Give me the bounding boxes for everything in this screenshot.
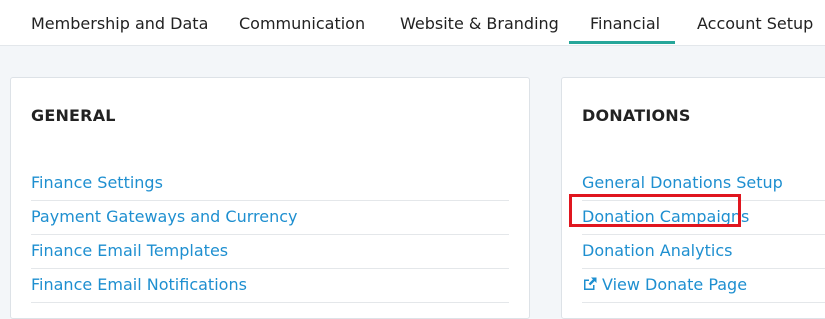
general-card: GENERAL Finance Settings Payment Gateway… <box>10 77 530 319</box>
finance-settings-link[interactable]: Finance Settings <box>31 173 163 192</box>
list-item: Payment Gateways and Currency <box>31 201 509 235</box>
list-item: General Donations Setup <box>582 167 825 201</box>
general-card-title: GENERAL <box>31 106 116 125</box>
tab-account-setup[interactable]: Account Setup <box>697 14 813 33</box>
list-item: Donation Analytics <box>582 235 825 269</box>
donations-card: DONATIONS General Donations Setup Donati… <box>561 77 825 319</box>
tab-membership-and-data[interactable]: Membership and Data <box>31 14 208 33</box>
list-item: Finance Email Notifications <box>31 269 509 303</box>
list-item: View Donate Page <box>582 269 825 303</box>
finance-email-notifications-link[interactable]: Finance Email Notifications <box>31 275 247 294</box>
general-donations-setup-link[interactable]: General Donations Setup <box>582 173 783 192</box>
finance-email-templates-link[interactable]: Finance Email Templates <box>31 241 228 260</box>
donations-card-title: DONATIONS <box>582 106 691 125</box>
tab-bar: Membership and Data Communication Websit… <box>0 0 825 46</box>
list-item: Finance Email Templates <box>31 235 509 269</box>
tab-communication[interactable]: Communication <box>239 14 365 33</box>
list-item: Donation Campaigns <box>569 194 825 235</box>
view-donate-page-label: View Donate Page <box>602 275 748 294</box>
tab-financial[interactable]: Financial <box>590 14 660 33</box>
list-item: Finance Settings <box>31 167 509 201</box>
payment-gateways-link[interactable]: Payment Gateways and Currency <box>31 207 298 226</box>
donation-campaigns-link[interactable]: Donation Campaigns <box>582 207 749 226</box>
tab-website-branding[interactable]: Website & Branding <box>400 14 559 33</box>
external-link-icon <box>584 277 597 290</box>
donation-analytics-link[interactable]: Donation Analytics <box>582 241 732 260</box>
active-tab-indicator <box>569 41 675 44</box>
view-donate-page-link[interactable]: View Donate Page <box>582 275 747 294</box>
